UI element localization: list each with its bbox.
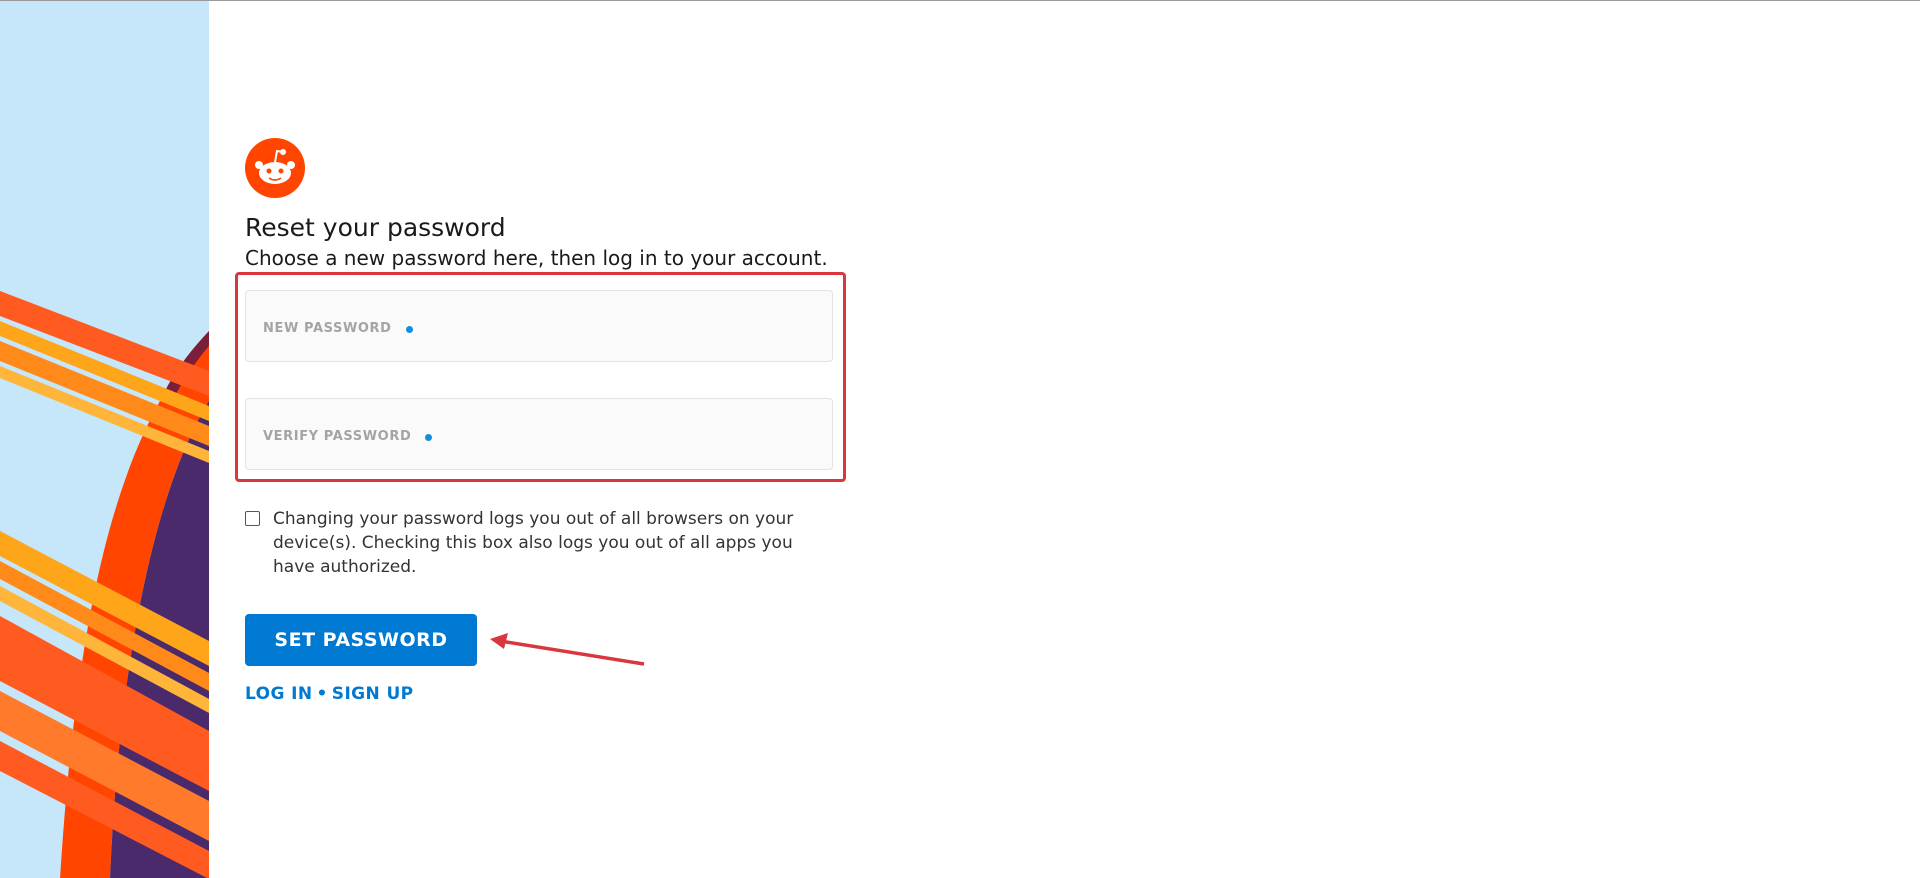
auth-links: LOG IN • SIGN UP xyxy=(245,684,414,704)
page-subtitle: Choose a new password here, then log in … xyxy=(245,246,828,270)
page-title: Reset your password xyxy=(245,213,506,242)
new-password-input[interactable] xyxy=(246,291,836,363)
login-link[interactable]: LOG IN xyxy=(245,684,313,704)
reset-password-page: Reset your password Choose a new passwor… xyxy=(0,0,1920,878)
reset-password-form-area: Reset your password Choose a new passwor… xyxy=(235,138,846,704)
signup-link[interactable]: SIGN UP xyxy=(332,684,414,704)
verify-password-input[interactable] xyxy=(246,399,836,471)
new-password-field[interactable]: NEW PASSWORD xyxy=(245,290,836,363)
reddit-logo-icon xyxy=(245,138,305,198)
logout-all-row: Changing your password logs you out of a… xyxy=(245,507,845,579)
set-password-button[interactable]: SET PASSWORD xyxy=(245,614,477,666)
logout-all-checkbox[interactable] xyxy=(245,511,260,526)
decorative-art-panel xyxy=(0,1,209,878)
verify-password-field[interactable]: VERIFY PASSWORD xyxy=(245,398,836,471)
annotation-arrow-icon xyxy=(490,633,645,666)
logout-all-label: Changing your password logs you out of a… xyxy=(273,509,794,577)
art-illustration xyxy=(0,291,209,878)
link-separator: • xyxy=(316,684,328,704)
